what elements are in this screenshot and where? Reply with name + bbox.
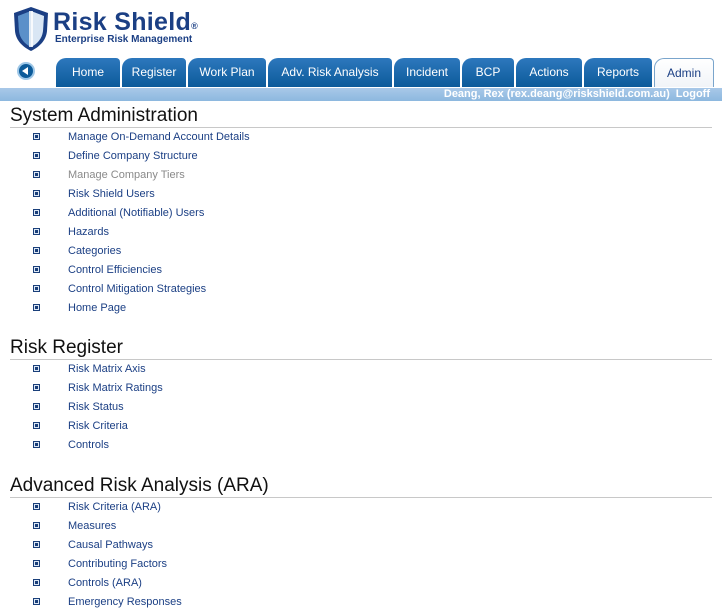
section-title-risk-register: Risk Register (10, 337, 123, 358)
bullet-icon (33, 209, 40, 216)
tab-admin[interactable]: Admin (654, 58, 714, 87)
admin-link[interactable]: Control Efficiencies (68, 263, 162, 277)
admin-link[interactable]: Additional (Notifiable) Users (68, 206, 204, 220)
admin-link[interactable]: Contributing Factors (68, 557, 167, 571)
bullet-icon (33, 190, 40, 197)
admin-link[interactable]: Risk Shield Users (68, 187, 155, 201)
admin-link[interactable]: Risk Criteria (ARA) (68, 500, 161, 514)
admin-link[interactable]: Emergency Responses (68, 595, 182, 609)
tab-work-plan[interactable]: Work Plan (188, 58, 266, 87)
bullet-icon (33, 266, 40, 273)
bullet-icon (33, 522, 40, 529)
logo: Risk Shield® Enterprise Risk Management (12, 6, 212, 52)
bullet-icon (33, 422, 40, 429)
section-divider (10, 359, 712, 360)
bullet-icon (33, 598, 40, 605)
bullet-icon (33, 247, 40, 254)
tab-adv-risk-analysis[interactable]: Adv. Risk Analysis (268, 58, 392, 87)
admin-link[interactable]: Define Company Structure (68, 149, 198, 163)
bullet-icon (33, 285, 40, 292)
admin-link[interactable]: Risk Matrix Ratings (68, 381, 163, 395)
tab-incident[interactable]: Incident (394, 58, 460, 87)
admin-link[interactable]: Control Mitigation Strategies (68, 282, 206, 296)
bullet-icon (33, 441, 40, 448)
brand-tagline: Enterprise Risk Management (55, 34, 193, 45)
section-divider (10, 127, 712, 128)
bullet-icon (33, 152, 40, 159)
bullet-icon (33, 304, 40, 311)
user-bar: Deang, Rex (rex.deang@riskshield.com.au)… (0, 88, 722, 101)
tab-home[interactable]: Home (56, 58, 120, 87)
logoff-link[interactable]: Logoff (676, 88, 710, 100)
section-title-system-administration: System Administration (10, 105, 198, 126)
back-arrow-icon[interactable] (17, 62, 35, 80)
bullet-icon (33, 228, 40, 235)
admin-link[interactable]: Home Page (68, 301, 126, 315)
section-divider (10, 497, 712, 498)
shield-icon (14, 7, 48, 51)
main-nav: Home Register Work Plan Adv. Risk Analys… (0, 56, 722, 88)
admin-link[interactable]: Controls (68, 438, 109, 452)
user-identity: Deang, Rex (rex.deang@riskshield.com.au) (443, 88, 670, 100)
admin-link[interactable]: Manage On-Demand Account Details (68, 130, 250, 144)
bullet-icon (33, 384, 40, 391)
admin-link[interactable]: Risk Status (68, 400, 124, 414)
admin-link[interactable]: Hazards (68, 225, 109, 239)
tab-register[interactable]: Register (122, 58, 186, 87)
admin-link[interactable]: Controls (ARA) (68, 576, 142, 590)
admin-link[interactable]: Measures (68, 519, 116, 533)
bullet-icon (33, 541, 40, 548)
bullet-icon (33, 365, 40, 372)
user-info: Deang, Rex (rex.deang@riskshield.com.au)… (444, 88, 710, 101)
tab-reports[interactable]: Reports (584, 58, 652, 87)
bullet-icon (33, 133, 40, 140)
admin-link-disabled: Manage Company Tiers (68, 169, 185, 181)
tab-bcp[interactable]: BCP (462, 58, 514, 87)
admin-link[interactable]: Categories (68, 244, 121, 258)
brand-name: Risk Shield® (53, 8, 199, 36)
tab-actions[interactable]: Actions (516, 58, 582, 87)
admin-link[interactable]: Risk Matrix Axis (68, 362, 146, 376)
bullet-icon (33, 503, 40, 510)
admin-link[interactable]: Risk Criteria (68, 419, 128, 433)
admin-link[interactable]: Causal Pathways (68, 538, 153, 552)
bullet-icon (33, 560, 40, 567)
section-title-advanced-risk-analysis: Advanced Risk Analysis (ARA) (10, 475, 269, 496)
bullet-icon (33, 403, 40, 410)
bullet-icon (33, 579, 40, 586)
bullet-icon (33, 171, 40, 178)
